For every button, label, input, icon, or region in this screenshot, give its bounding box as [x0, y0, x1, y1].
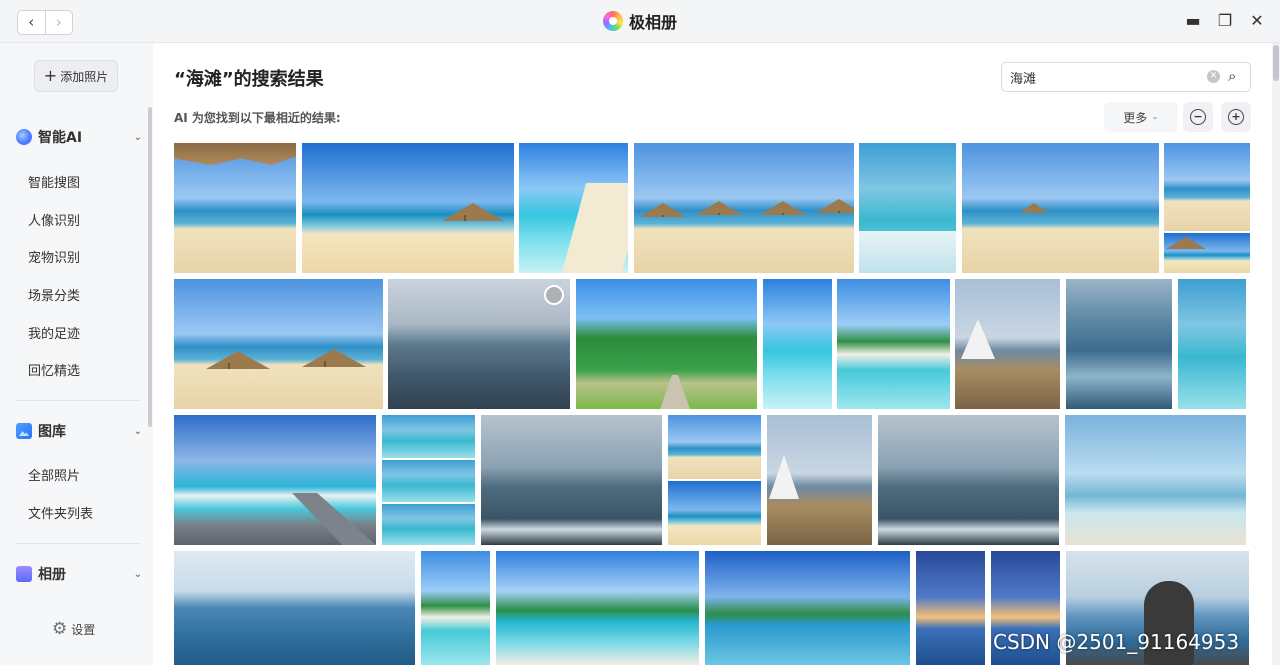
chevron-down-icon: ⌄: [133, 568, 142, 580]
photo-thumbnail[interactable]: [859, 143, 956, 273]
sidebar-scrollbar[interactable]: [148, 107, 152, 427]
photo-thumbnail[interactable]: [767, 415, 872, 545]
select-checkbox[interactable]: [544, 285, 564, 305]
photo-thumbnail[interactable]: [1178, 279, 1246, 409]
main-scrollbar[interactable]: [1272, 43, 1280, 665]
close-icon[interactable]: ✕: [1248, 10, 1266, 32]
gallery-icon: [16, 423, 32, 439]
photo-thumbnail[interactable]: [705, 551, 910, 665]
plus-icon: +: [43, 66, 58, 85]
zoom-out-icon: −: [1190, 109, 1206, 125]
photo-thumbnail[interactable]: [763, 279, 832, 409]
photo-thumbnail[interactable]: [962, 143, 1159, 273]
section-gallery[interactable]: 图库 ⌄: [16, 420, 146, 442]
zoom-out-button[interactable]: −: [1183, 102, 1213, 132]
photo-thumbnail[interactable]: [1164, 143, 1250, 231]
divider: [16, 400, 140, 401]
sidebar-item-smart-search[interactable]: 智能搜图: [28, 174, 80, 194]
photo-thumbnail[interactable]: [1065, 415, 1246, 545]
chevron-down-icon: ⌄: [133, 131, 142, 143]
sidebar-item-scene-classification[interactable]: 场景分类: [28, 287, 80, 307]
search-input[interactable]: [1010, 67, 1200, 87]
zoom-in-button[interactable]: +: [1221, 102, 1251, 132]
title-bar: ‹ › 极相册 ▬ ❐ ✕: [0, 0, 1280, 43]
photo-thumbnail[interactable]: [382, 504, 475, 545]
chevron-down-icon: ⌄: [133, 425, 142, 437]
photo-thumbnail[interactable]: [496, 551, 699, 665]
more-dropdown[interactable]: 更多 ⌄: [1104, 102, 1178, 132]
photo-thumbnail[interactable]: [955, 279, 1060, 409]
photo-thumbnail[interactable]: [878, 415, 1059, 545]
gear-icon: ⚙: [52, 619, 68, 639]
app-title-text: 极相册: [628, 13, 677, 32]
sidebar-item-folder-list[interactable]: 文件夹列表: [28, 505, 93, 525]
sidebar-item-my-footprints[interactable]: 我的足迹: [28, 325, 80, 345]
settings-button[interactable]: ⚙ 设置: [52, 621, 95, 638]
divider: [16, 543, 140, 544]
section-label: 相册: [38, 567, 66, 583]
app-logo-icon: [602, 11, 623, 31]
search-icon[interactable]: ⌕: [1228, 67, 1236, 85]
photo-thumbnail[interactable]: [1164, 233, 1250, 273]
restore-icon[interactable]: ❐: [1216, 10, 1234, 32]
photo-thumbnail[interactable]: [174, 143, 296, 273]
sidebar-item-face-recognition[interactable]: 人像识别: [28, 212, 80, 232]
photo-thumbnail[interactable]: [302, 143, 514, 273]
photo-thumbnail[interactable]: [837, 279, 950, 409]
album-icon: [16, 566, 32, 582]
results-subtitle: AI 为您找到以下最相近的结果:: [174, 111, 341, 125]
sidebar-item-all-photos[interactable]: 全部照片: [28, 467, 80, 487]
section-label: 图库: [38, 424, 66, 440]
photo-thumbnail[interactable]: [576, 279, 757, 409]
app-title: 极相册: [0, 0, 1280, 42]
photo-thumbnail[interactable]: [481, 415, 662, 545]
sidebar-item-pet-recognition[interactable]: 宠物识别: [28, 249, 80, 269]
minimize-icon[interactable]: ▬: [1184, 10, 1202, 32]
ai-sparkle-icon: [16, 129, 32, 145]
photo-thumbnail[interactable]: [388, 279, 570, 409]
clear-icon[interactable]: ✕: [1207, 70, 1220, 83]
photo-thumbnail[interactable]: [916, 551, 985, 665]
photo-thumbnail[interactable]: [382, 415, 475, 458]
section-albums[interactable]: 相册 ⌄: [16, 563, 146, 585]
photo-thumbnail[interactable]: [174, 551, 415, 665]
photo-thumbnail[interactable]: [668, 415, 761, 479]
photo-thumbnail[interactable]: [668, 481, 761, 545]
chevron-down-icon: ⌄: [1151, 112, 1159, 122]
search-box: ✕ ⌕: [1001, 62, 1251, 92]
sidebar-item-memories[interactable]: 回忆精选: [28, 362, 80, 382]
photo-thumbnail[interactable]: [1066, 279, 1172, 409]
photo-thumbnail[interactable]: [634, 143, 854, 273]
section-label: 智能AI: [38, 130, 83, 146]
add-photo-button[interactable]: + 添加照片: [34, 60, 118, 92]
page-title: “海滩”的搜索结果: [174, 69, 324, 90]
scrollbar-thumb[interactable]: [1273, 45, 1279, 81]
zoom-in-icon: +: [1228, 109, 1244, 125]
photo-thumbnail[interactable]: [421, 551, 490, 665]
settings-label: 设置: [71, 623, 96, 637]
more-label: 更多: [1123, 110, 1148, 125]
section-smart-ai[interactable]: 智能AI ⌄: [16, 126, 146, 148]
add-photo-label: 添加照片: [60, 69, 109, 84]
photo-thumbnail[interactable]: [519, 143, 628, 273]
window-controls: ▬ ❐ ✕: [1184, 10, 1266, 32]
sidebar: + 添加照片 智能AI ⌄ 智能搜图 人像识别 宠物识别 场景分类 我的足迹 回…: [0, 43, 153, 665]
watermark-text: CSDN @2501_91164953: [993, 630, 1240, 654]
photo-thumbnail[interactable]: [174, 279, 383, 409]
photo-thumbnail[interactable]: [174, 415, 376, 545]
photo-thumbnail[interactable]: [382, 460, 475, 502]
